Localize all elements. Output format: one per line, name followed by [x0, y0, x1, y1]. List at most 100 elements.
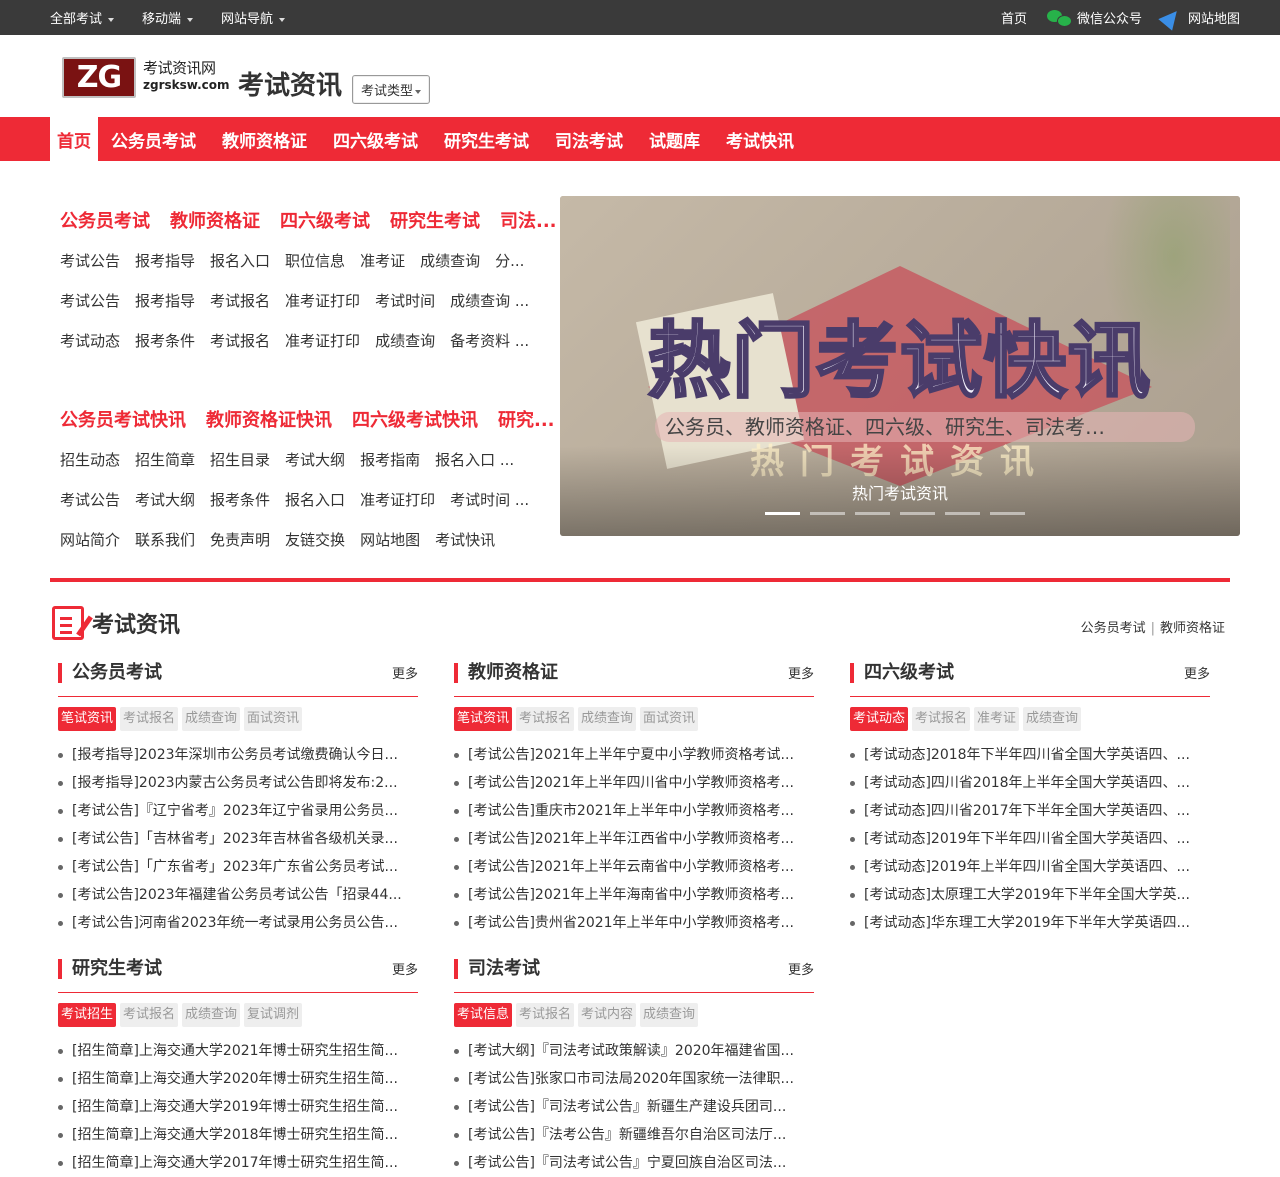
news-item[interactable]: [考试公告]2021年上半年海南省中小学教师资格考...	[454, 881, 814, 909]
hero-link[interactable]: 准考证打印	[285, 290, 360, 311]
column-tab[interactable]: 考试招生	[58, 1003, 117, 1027]
banner-dot[interactable]	[765, 512, 800, 515]
more-link[interactable]: 更多	[1184, 663, 1210, 682]
hero-link[interactable]: 报考条件	[210, 489, 270, 510]
column-tab[interactable]: 复试调剂	[244, 1003, 303, 1027]
column-tab[interactable]: 考试动态	[850, 707, 909, 731]
hero-link[interactable]: 免责声明	[210, 529, 270, 550]
banner-dot[interactable]	[990, 512, 1025, 515]
news-item[interactable]: [考试动态]2019年上半年四川省全国大学英语四、...	[850, 853, 1210, 881]
news-item[interactable]: [招生简章]上海交通大学2018年博士研究生招生简...	[58, 1121, 418, 1149]
news-item[interactable]: [考试动态]四川省2017年下半年全国大学英语四、...	[850, 797, 1210, 825]
hero-link[interactable]: 报名入口	[210, 250, 270, 271]
news-item[interactable]: [考试公告]2021年上半年四川省中小学教师资格考...	[454, 769, 814, 797]
hero-link[interactable]: 报考条件	[135, 330, 195, 351]
news-item[interactable]: [考试公告]重庆市2021年上半年中小学教师资格考...	[454, 797, 814, 825]
all-exams-menu[interactable]: 全部考试	[50, 8, 114, 27]
hero-link[interactable]: 职位信息	[285, 250, 345, 271]
news-item[interactable]: [报考指导]2023年深圳市公务员考试缴费确认今日...	[58, 741, 418, 769]
column-tab[interactable]: 考试报名	[516, 707, 575, 731]
news-item[interactable]: [考试动态]2019年下半年四川省全国大学英语四、...	[850, 825, 1210, 853]
column-tab[interactable]: 成绩查询	[578, 707, 637, 731]
site-nav-menu[interactable]: 网站导航	[221, 8, 285, 27]
mobile-menu[interactable]: 移动端	[142, 8, 193, 27]
column-tab[interactable]: 成绩查询	[182, 707, 241, 731]
banner-dot[interactable]	[855, 512, 890, 515]
hero-link[interactable]: 考试公告	[60, 489, 120, 510]
hero-link[interactable]: 准考证打印	[360, 489, 435, 510]
more-link[interactable]: 更多	[788, 663, 814, 682]
hero-banner[interactable]: 热门考试快讯 公务员、教师资格证、四六级、研究生、司法考… 热门考试资讯 热门考…	[560, 196, 1240, 536]
hero-category-link[interactable]: 司法...	[500, 207, 557, 233]
news-item[interactable]: [考试公告]『司法考试公告』新疆生产建设兵团司...	[454, 1093, 814, 1121]
nav-item[interactable]: 首页	[50, 117, 98, 161]
news-item[interactable]: [考试公告]「广东省考」2023年广东省公务员考试...	[58, 853, 418, 881]
news-item[interactable]: [招生简章]上海交通大学2019年博士研究生招生简...	[58, 1093, 418, 1121]
column-tab[interactable]: 面试资讯	[640, 707, 699, 731]
news-item[interactable]: [考试动态]四川省2018年上半年全国大学英语四、...	[850, 769, 1210, 797]
hero-link[interactable]: 网站地图	[360, 529, 420, 550]
column-tab[interactable]: 成绩查询	[1023, 707, 1082, 731]
site-logo[interactable]: ZG	[62, 57, 136, 98]
hero-category-link[interactable]: 研究生考试	[390, 207, 480, 233]
sitemap-link[interactable]: 网站地图	[1158, 4, 1240, 31]
wechat-link[interactable]: 微信公众号	[1046, 8, 1142, 27]
column-tab[interactable]: 考试内容	[578, 1003, 637, 1027]
news-item[interactable]: [招生简章]上海交通大学2020年博士研究生招生简...	[58, 1065, 418, 1093]
hero-link[interactable]: 考试大纲	[285, 449, 345, 470]
news-item[interactable]: [考试动态]太原理工大学2019年下半年全国大学英...	[850, 881, 1210, 909]
hero-link[interactable]: 友链交换	[285, 529, 345, 550]
news-item[interactable]: [招生简章]上海交通大学2021年博士研究生招生简...	[58, 1037, 418, 1065]
nav-item[interactable]: 研究生考试	[431, 117, 542, 161]
news-item[interactable]: [考试公告]「吉林省考」2023年吉林省各级机关录...	[58, 825, 418, 853]
hero-link[interactable]: 考试时间	[375, 290, 435, 311]
hero-link[interactable]: 考试快讯	[435, 529, 495, 550]
hero-link[interactable]: 报考指南	[360, 449, 420, 470]
column-tab[interactable]: 笔试资讯	[454, 707, 513, 731]
column-tab[interactable]: 考试信息	[454, 1003, 513, 1027]
banner-dot[interactable]	[945, 512, 980, 515]
news-item[interactable]: [考试动态]华东理工大学2019年下半年大学英语四...	[850, 909, 1210, 937]
hero-link[interactable]: 考试时间 ...	[450, 489, 529, 510]
hero-category-link[interactable]: 四六级考试	[280, 207, 370, 233]
news-item[interactable]: [考试公告]2021年上半年宁夏中小学教师资格考试...	[454, 741, 814, 769]
news-item[interactable]: [考试公告]2021年上半年江西省中小学教师资格考...	[454, 825, 814, 853]
hero-link[interactable]: 成绩查询	[420, 250, 480, 271]
hero-category-link[interactable]: 教师资格证	[170, 207, 260, 233]
hero-link[interactable]: 考试公告	[60, 290, 120, 311]
hero-category-link[interactable]: 四六级考试快讯	[352, 406, 478, 432]
column-tab[interactable]: 考试报名	[912, 707, 971, 731]
news-item[interactable]: [招生简章]上海交通大学2017年博士研究生招生简...	[58, 1149, 418, 1177]
news-item[interactable]: [考试公告]『辽宁省考』2023年辽宁省录用公务员...	[58, 797, 418, 825]
news-item[interactable]: [考试动态]2018年下半年四川省全国大学英语四、...	[850, 741, 1210, 769]
hero-link[interactable]: 考试大纲	[135, 489, 195, 510]
column-tab[interactable]: 考试报名	[120, 707, 179, 731]
more-link[interactable]: 更多	[788, 959, 814, 978]
hero-category-link[interactable]: 研究...	[498, 406, 555, 432]
banner-dot[interactable]	[900, 512, 935, 515]
more-link[interactable]: 更多	[392, 663, 418, 682]
news-item[interactable]: [考试大纲]『司法考试政策解读』2020年福建省国...	[454, 1037, 814, 1065]
nav-item[interactable]: 司法考试	[542, 117, 636, 161]
exam-type-button[interactable]: 考试类型	[352, 75, 431, 104]
hero-link[interactable]: 备考资料 ...	[450, 330, 529, 351]
section-link-civil[interactable]: 公务员考试	[1081, 621, 1146, 636]
hero-link[interactable]: 招生简章	[135, 449, 195, 470]
news-item[interactable]: [考试公告]河南省2023年统一考试录用公务员公告...	[58, 909, 418, 937]
hero-link[interactable]: 准考证打印	[285, 330, 360, 351]
column-tab[interactable]: 笔试资讯	[58, 707, 117, 731]
news-item[interactable]: [考试公告]『司法考试公告』宁夏回族自治区司法...	[454, 1149, 814, 1177]
nav-item[interactable]: 教师资格证	[209, 117, 320, 161]
column-tab[interactable]: 考试报名	[120, 1003, 179, 1027]
hero-link[interactable]: 分...	[495, 250, 524, 271]
nav-item[interactable]: 四六级考试	[320, 117, 431, 161]
column-tab[interactable]: 考试报名	[516, 1003, 575, 1027]
news-item[interactable]: [考试公告]2023年福建省公务员考试公告「招录44...	[58, 881, 418, 909]
news-item[interactable]: [考试公告]2021年上半年云南省中小学教师资格考...	[454, 853, 814, 881]
hero-link[interactable]: 招生动态	[60, 449, 120, 470]
hero-link[interactable]: 报考指导	[135, 250, 195, 271]
hero-link[interactable]: 考试报名	[210, 330, 270, 351]
hero-link[interactable]: 联系我们	[135, 529, 195, 550]
column-tab[interactable]: 准考证	[974, 707, 1020, 731]
hero-category-link[interactable]: 公务员考试	[60, 207, 150, 233]
